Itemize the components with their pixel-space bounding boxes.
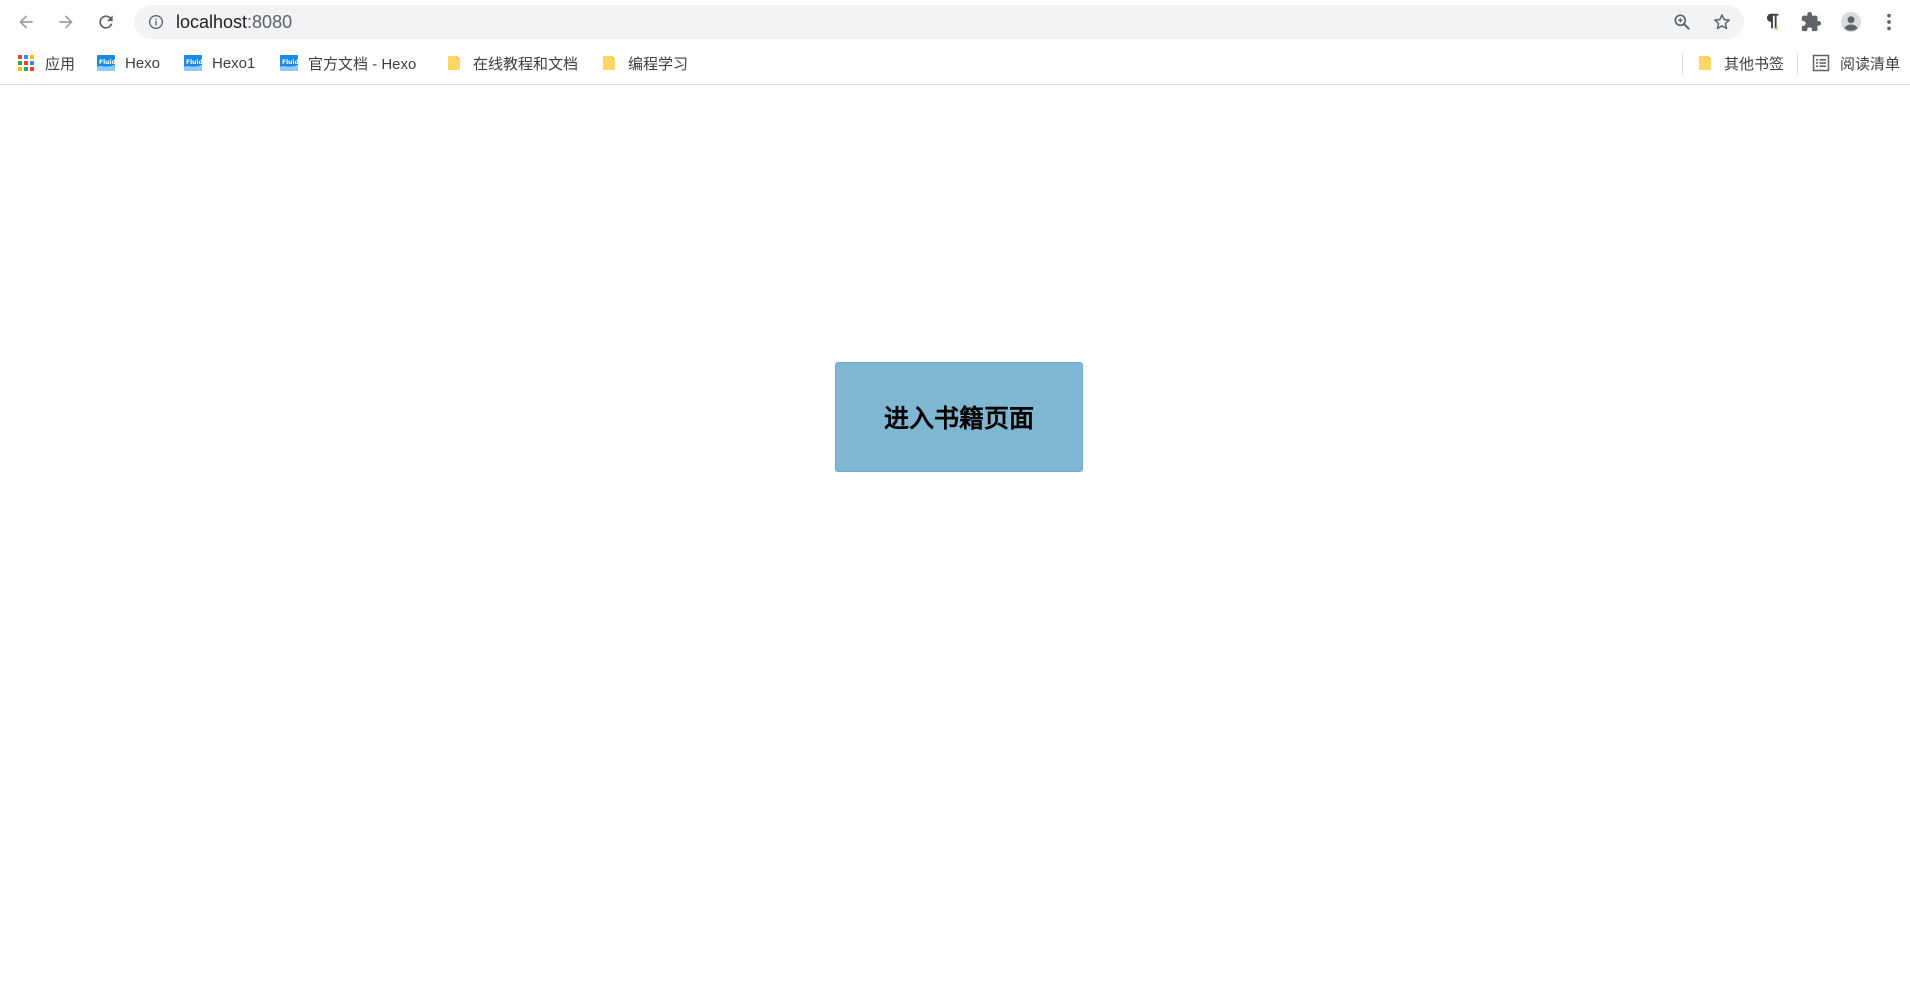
reading-list-button[interactable]: 阅读清单 bbox=[1812, 45, 1900, 81]
star-icon bbox=[1714, 14, 1730, 30]
bookmark-hexo[interactable]: Fluid Hexo bbox=[97, 45, 160, 81]
bookmark-folder-programming[interactable]: 编程学习 bbox=[600, 45, 688, 81]
page-content: 进入书籍页面 bbox=[0, 86, 1910, 998]
bookmark-label: 阅读清单 bbox=[1840, 55, 1901, 73]
browser-toolbar: localhost:8080 bbox=[0, 0, 1910, 45]
bookmark-official-docs-hexo[interactable]: Fluid 官方文档 - Hexo bbox=[280, 45, 416, 81]
address-bar[interactable]: localhost:8080 bbox=[134, 5, 1744, 39]
url-port: :8080 bbox=[247, 12, 293, 32]
bookmark-apps[interactable]: 应用 bbox=[17, 45, 75, 81]
bookmark-folder-tutorials[interactable]: 在线教程和文档 bbox=[445, 45, 578, 81]
back-button[interactable] bbox=[10, 6, 42, 38]
bookmark-label: 官方文档 - Hexo bbox=[308, 55, 417, 73]
arrow-left-icon bbox=[19, 15, 33, 29]
reload-icon bbox=[99, 15, 113, 29]
fluid-favicon-icon: Fluid bbox=[184, 54, 202, 72]
reading-list-icon bbox=[1812, 54, 1830, 72]
extensions-button[interactable] bbox=[1797, 8, 1825, 36]
folder-icon bbox=[445, 54, 463, 72]
avatar-icon bbox=[1840, 11, 1862, 33]
bookmark-star-button[interactable] bbox=[1710, 10, 1734, 34]
url-host: localhost bbox=[176, 12, 248, 32]
bookmark-label: 其他书签 bbox=[1724, 55, 1785, 73]
enter-books-page-button[interactable]: 进入书籍页面 bbox=[835, 362, 1083, 472]
info-circle-icon[interactable] bbox=[148, 14, 164, 30]
bookmarks-bar: 应用 Fluid Hexo Fluid Hexo1 Fluid 官方文档 - H… bbox=[0, 45, 1910, 85]
bookmark-label: Hexo bbox=[125, 54, 161, 72]
zoom-icon bbox=[1674, 14, 1690, 30]
bookmarks-separator bbox=[1682, 53, 1683, 75]
pilcrow-extension-icon bbox=[1766, 13, 1779, 31]
profile-button[interactable] bbox=[1837, 8, 1865, 36]
bookmarks-separator bbox=[1797, 53, 1798, 75]
bookmark-label: 应用 bbox=[45, 55, 76, 73]
bookmark-label: 在线教程和文档 bbox=[473, 55, 579, 73]
reload-button[interactable] bbox=[90, 6, 122, 38]
puzzle-icon bbox=[1801, 11, 1822, 32]
pilcrow-extension-button[interactable] bbox=[1758, 8, 1786, 36]
forward-button[interactable] bbox=[50, 6, 82, 38]
fluid-favicon-icon: Fluid bbox=[280, 54, 298, 72]
folder-icon bbox=[1696, 54, 1714, 72]
kebab-menu-icon bbox=[1887, 13, 1891, 31]
zoom-button[interactable] bbox=[1670, 10, 1694, 34]
bookmark-other-bookmarks[interactable]: 其他书签 bbox=[1696, 45, 1784, 81]
svg-text:Fluid: Fluid bbox=[99, 59, 115, 66]
svg-text:Fluid: Fluid bbox=[186, 59, 202, 66]
bookmark-hexo1[interactable]: Fluid Hexo1 bbox=[184, 45, 255, 81]
svg-text:Fluid: Fluid bbox=[282, 59, 298, 66]
apps-grid-icon bbox=[17, 54, 35, 72]
browser-menu-button[interactable] bbox=[1877, 8, 1901, 36]
bookmark-label: 编程学习 bbox=[628, 55, 689, 73]
url-text[interactable]: localhost:8080 bbox=[176, 5, 292, 39]
arrow-right-icon bbox=[59, 15, 73, 29]
bookmark-label: Hexo1 bbox=[212, 54, 256, 72]
folder-icon bbox=[600, 54, 618, 72]
fluid-favicon-icon: Fluid bbox=[97, 54, 115, 72]
